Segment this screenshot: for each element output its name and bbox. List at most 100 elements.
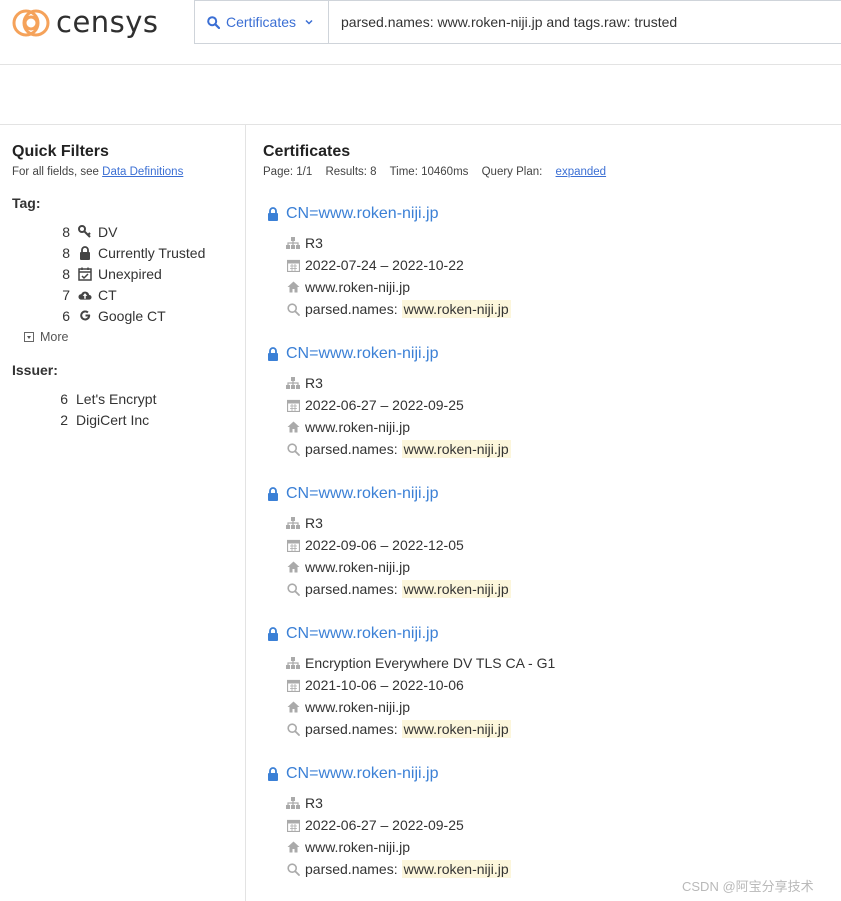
sitemap-icon — [286, 376, 300, 390]
match-field: parsed.names: — [305, 301, 398, 317]
match-highlight: www.roken-niji.jp — [401, 720, 511, 738]
result-validity: 2022-09-06 – 2022-12-05 — [286, 535, 464, 555]
calendar-icon — [286, 678, 300, 692]
result-match: parsed.names: www.roken-niji.jp — [286, 859, 511, 879]
issuer-label: Issuer: — [12, 362, 58, 378]
filter-count: 7 — [62, 286, 70, 303]
result-title: CN=www.roken-niji.jp — [286, 205, 439, 222]
result-title: CN=www.roken-niji.jp — [286, 485, 439, 502]
search-icon — [286, 302, 300, 316]
filter-issuer-digicert[interactable]: 2 DigiCert Inc — [52, 409, 149, 430]
search-icon — [286, 582, 300, 596]
chevron-down-icon — [305, 19, 313, 25]
domain-name: www.roken-niji.jp — [305, 839, 411, 855]
calendar-icon — [286, 538, 300, 552]
filter-label: Google CT — [98, 307, 166, 324]
result-validity: 2022-07-24 – 2022-10-22 — [286, 255, 464, 275]
filter-count: 8 — [62, 265, 70, 282]
search-input[interactable]: parsed.names: www.roken-niji.jp and tags… — [328, 0, 841, 44]
result-title-link[interactable]: CN=www.roken-niji.jp — [267, 485, 439, 503]
filter-count: 6 — [60, 390, 68, 407]
validity-dates: 2022-07-24 – 2022-10-22 — [305, 257, 464, 273]
validity-dates: 2022-06-27 – 2022-09-25 — [305, 817, 464, 833]
query-plan-link[interactable]: expanded — [556, 166, 607, 178]
match-highlight: www.roken-niji.jp — [401, 580, 511, 598]
result-title: CN=www.roken-niji.jp — [286, 765, 439, 782]
tag-label: Tag: — [12, 195, 41, 211]
result-title-link[interactable]: CN=www.roken-niji.jp — [267, 625, 439, 643]
filter-issuer-lets-encrypt[interactable]: 6 Let's Encrypt — [52, 388, 157, 409]
result-title-link[interactable]: CN=www.roken-niji.jp — [267, 765, 439, 783]
match-field: parsed.names: — [305, 581, 398, 597]
cloud-upload-icon — [78, 288, 92, 302]
calendar-icon — [286, 818, 300, 832]
filter-label: DV — [98, 223, 118, 240]
censys-logo[interactable]: censys — [12, 5, 159, 41]
result-title: CN=www.roken-niji.jp — [286, 625, 439, 642]
result-validity: 2022-06-27 – 2022-09-25 — [286, 815, 464, 835]
result-domain: www.roken-niji.jp — [286, 697, 410, 717]
search-icon — [286, 442, 300, 456]
issuer-name: R3 — [305, 515, 323, 531]
issuer-name: R3 — [305, 235, 323, 251]
result-match: parsed.names: www.roken-niji.jp — [286, 299, 511, 319]
lock-icon — [78, 245, 92, 260]
result-issuer: R3 — [286, 373, 323, 393]
filter-tag-currently-trusted[interactable]: 8 Currently Trusted — [54, 242, 205, 263]
search-icon — [286, 722, 300, 736]
sitemap-icon — [286, 656, 300, 670]
result-item: CN=www.roken-niji.jp R3 2022-09-06 – 202… — [263, 485, 823, 625]
filter-tag-unexpired[interactable]: 8 Unexpired — [54, 263, 162, 284]
sitemap-icon — [286, 236, 300, 250]
result-item: CN=www.roken-niji.jp R3 2022-07-24 – 202… — [263, 205, 823, 345]
filter-tag-dv[interactable]: 8 DV — [54, 221, 117, 242]
result-issuer: R3 — [286, 513, 323, 533]
sidebar-subtitle: For all fields, see Data Definitions — [12, 166, 183, 178]
lock-icon — [268, 767, 278, 781]
logo-text: censys — [56, 5, 159, 39]
result-domain: www.roken-niji.jp — [286, 417, 410, 437]
query-plan: Query Plan: expanded — [482, 166, 606, 178]
data-definitions-link[interactable]: Data Definitions — [102, 166, 183, 178]
home-icon — [286, 280, 300, 294]
sidebar-title: Quick Filters — [12, 143, 109, 160]
search-type-label: Certificates — [226, 14, 297, 30]
result-issuer: R3 — [286, 233, 323, 253]
result-title-link[interactable]: CN=www.roken-niji.jp — [267, 205, 439, 223]
match-highlight: www.roken-niji.jp — [401, 860, 511, 878]
query-time: Time: 10460ms — [389, 166, 469, 178]
filter-label: CT — [98, 286, 117, 303]
match-field: parsed.names: — [305, 721, 398, 737]
page-indicator: Page: 1/1 — [263, 166, 313, 178]
result-domain: www.roken-niji.jp — [286, 557, 410, 577]
result-match: parsed.names: www.roken-niji.jp — [286, 719, 511, 739]
filter-tag-google-ct[interactable]: 6 Google CT — [54, 305, 166, 326]
result-item: CN=www.roken-niji.jp R3 2022-06-27 – 202… — [263, 345, 823, 485]
result-title-link[interactable]: CN=www.roken-niji.jp — [267, 345, 439, 363]
filter-label: Unexpired — [98, 265, 162, 282]
lock-icon — [268, 627, 278, 641]
sitemap-icon — [286, 516, 300, 530]
domain-name: www.roken-niji.jp — [305, 559, 411, 575]
home-icon — [286, 560, 300, 574]
results-title: Certificates — [263, 143, 351, 160]
results-count: Results: 8 — [325, 166, 377, 178]
search-type-dropdown[interactable]: Certificates — [194, 0, 329, 44]
domain-name: www.roken-niji.jp — [305, 279, 411, 295]
issuer-name: Encryption Everywhere DV TLS CA - G1 — [305, 655, 556, 671]
result-issuer: R3 — [286, 793, 323, 813]
lock-icon — [268, 207, 278, 221]
match-highlight: www.roken-niji.jp — [401, 300, 511, 318]
validity-dates: 2022-09-06 – 2022-12-05 — [305, 537, 464, 553]
issuer-name: R3 — [305, 795, 323, 811]
home-icon — [286, 700, 300, 714]
search-icon — [286, 862, 300, 876]
result-match: parsed.names: www.roken-niji.jp — [286, 439, 511, 459]
censys-logo-icon — [12, 9, 50, 37]
more-filters-toggle[interactable]: More — [24, 330, 68, 344]
calendar-icon — [286, 258, 300, 272]
match-field: parsed.names: — [305, 441, 398, 457]
quick-filters-sidebar: Quick Filters For all fields, see Data D… — [0, 125, 246, 901]
filter-tag-ct[interactable]: 7 CT — [54, 284, 117, 305]
filter-label: Let's Encrypt — [76, 390, 157, 407]
